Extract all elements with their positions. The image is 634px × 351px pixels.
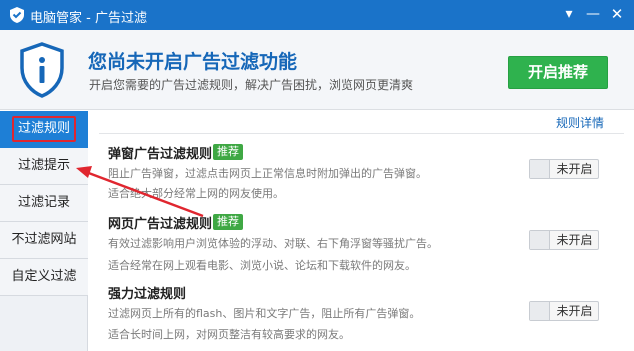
rule-audience: 适合绝大部分经常上网的网友使用。 bbox=[108, 187, 284, 200]
status-banner: 您尚未开启广告过滤功能 开启您需要的广告过滤规则，解决广告困扰，浏览网页更清爽 … bbox=[0, 30, 634, 110]
minimize-button[interactable]: — bbox=[582, 4, 604, 24]
toggle-state-label: 未开启 bbox=[556, 162, 593, 176]
sidebar-item-label: 不过滤网站 bbox=[11, 232, 77, 247]
title-bar: 电脑管家 - 广告过滤 ▾ — ✕ bbox=[0, 0, 634, 30]
sidebar-item-label: 过滤提示 bbox=[17, 158, 70, 173]
banner-subline: 开启您需要的广告过滤规则，解决广告困扰，浏览网页更清爽 bbox=[89, 78, 414, 92]
enable-recommended-button[interactable]: 开启推荐 bbox=[508, 56, 608, 89]
rule-popup-ads: 弹窗广告过滤规则 推荐 阻止广告弹窗，过滤点击网页上正常信息时附加弹出的广告弹窗… bbox=[89, 143, 634, 203]
sidebar: 过滤规则 过滤提示 过滤记录 不过滤网站 自定义过滤 bbox=[0, 111, 88, 351]
rule-webpage-ads: 网页广告过滤规则 推荐 有效过滤影响用户浏览体验的浮动、对联、右下角浮窗等骚扰广… bbox=[89, 213, 634, 273]
rule-title: 弹窗广告过滤规则 bbox=[108, 147, 213, 162]
recommended-badge: 推荐 bbox=[213, 144, 243, 160]
toggle-knob bbox=[530, 160, 550, 178]
sidebar-item-filter-records[interactable]: 过滤记录 bbox=[0, 185, 88, 222]
toggle-state-label: 未开启 bbox=[556, 233, 593, 247]
rule-description: 过滤网页上所有的flash、图片和文字广告，阻止所有广告弹窗。 bbox=[108, 307, 421, 320]
rule-description: 有效过滤影响用户浏览体验的浮动、对联、右下角浮窗等骚扰广告。 bbox=[108, 237, 438, 250]
rule-strong-filter: 强力过滤规则 过滤网页上所有的flash、图片和文字广告，阻止所有广告弹窗。 适… bbox=[89, 283, 634, 347]
toggle-knob bbox=[530, 231, 550, 249]
rule-toggle[interactable]: 未开启 bbox=[529, 230, 599, 250]
window-title: 电脑管家 - 广告过滤 bbox=[30, 11, 147, 26]
shield-info-icon bbox=[20, 42, 64, 98]
rule-audience: 适合长时间上网，对网页整洁有较高要求的网友。 bbox=[108, 328, 350, 341]
recommended-badge: 推荐 bbox=[213, 214, 243, 230]
rules-panel: 规则详情 弹窗广告过滤规则 推荐 阻止广告弹窗，过滤点击网页上正常信息时附加弹出… bbox=[89, 111, 634, 351]
close-button[interactable]: ✕ bbox=[606, 4, 628, 24]
rule-toggle[interactable]: 未开启 bbox=[529, 301, 599, 321]
divider bbox=[99, 133, 624, 134]
sidebar-item-filter-prompts[interactable]: 过滤提示 bbox=[0, 148, 88, 185]
menu-dropdown-icon[interactable]: ▾ bbox=[558, 4, 580, 24]
rule-description: 阻止广告弹窗，过滤点击网页上正常信息时附加弹出的广告弹窗。 bbox=[108, 167, 427, 180]
toggle-knob bbox=[530, 302, 550, 320]
sidebar-item-excluded-sites[interactable]: 不过滤网站 bbox=[0, 222, 88, 259]
rule-audience: 适合经常在网上观看电影、浏览小说、论坛和下载软件的网友。 bbox=[108, 259, 416, 272]
rule-title: 强力过滤规则 bbox=[108, 287, 187, 302]
rule-details-link[interactable]: 规则详情 bbox=[556, 114, 604, 131]
sidebar-item-label: 过滤规则 bbox=[11, 116, 76, 142]
sidebar-item-label: 过滤记录 bbox=[17, 195, 70, 210]
sidebar-item-label: 自定义过滤 bbox=[11, 269, 77, 284]
rule-toggle[interactable]: 未开启 bbox=[529, 159, 599, 179]
guard-logo-icon bbox=[10, 7, 24, 23]
sidebar-item-filter-rules[interactable]: 过滤规则 bbox=[0, 111, 88, 148]
rule-title: 网页广告过滤规则 bbox=[108, 217, 213, 232]
banner-headline: 您尚未开启广告过滤功能 bbox=[88, 51, 298, 73]
sidebar-item-custom-filter[interactable]: 自定义过滤 bbox=[0, 259, 88, 296]
toggle-state-label: 未开启 bbox=[556, 304, 593, 318]
